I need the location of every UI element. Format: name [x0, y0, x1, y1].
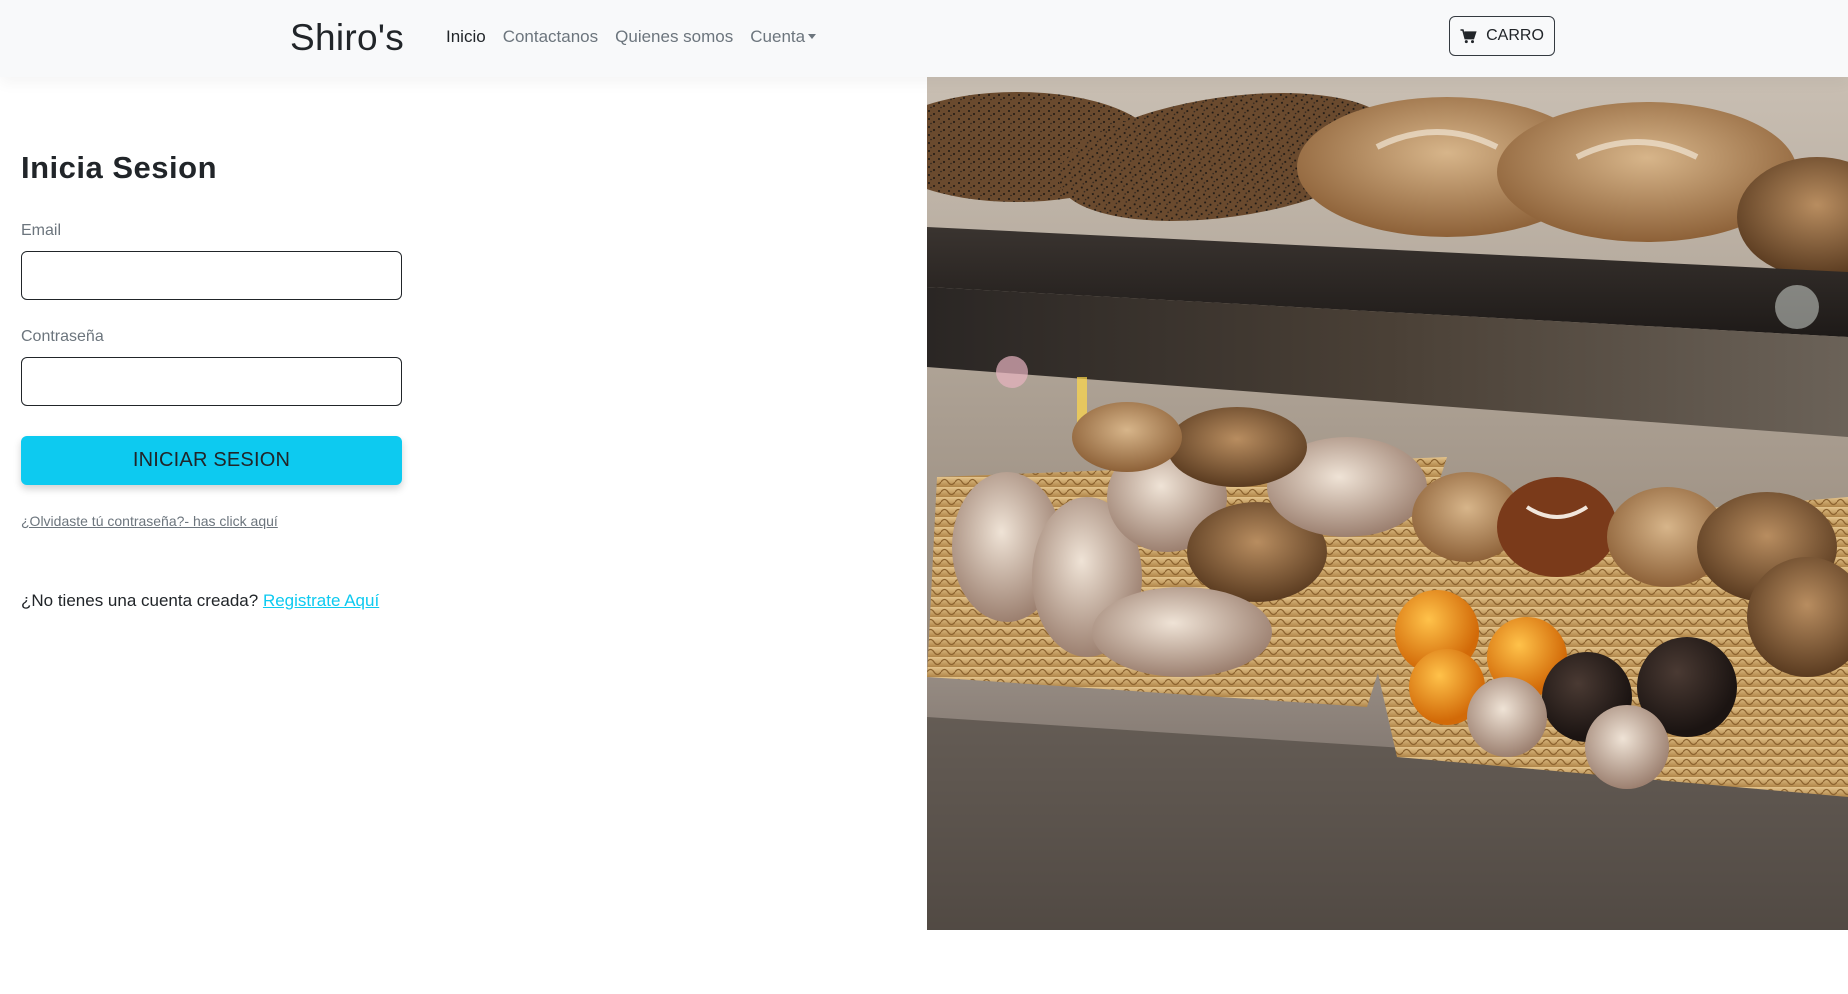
no-account-text: ¿No tienes una cuenta creada? — [21, 591, 259, 610]
cart-button-label: CARRO — [1486, 27, 1544, 44]
brand-logo[interactable]: Shiro's — [290, 14, 404, 62]
navbar: Shiro's Inicio Contactanos Quienes somos… — [0, 0, 1848, 77]
bakery-image — [927, 77, 1848, 930]
nav-link-quienes-somos[interactable]: Quienes somos — [615, 26, 733, 48]
nav-dropdown-cuenta-label: Cuenta — [750, 27, 806, 46]
cart-icon — [1460, 28, 1477, 43]
nav-links: Inicio Contactanos Quienes somos Cuenta — [446, 0, 833, 74]
register-prompt: ¿No tienes una cuenta creada? Registrate… — [21, 591, 379, 611]
caret-down-icon — [808, 34, 817, 39]
register-link[interactable]: Registrate Aquí — [263, 591, 379, 610]
nav-link-contactanos[interactable]: Contactanos — [503, 26, 598, 48]
password-field[interactable] — [21, 357, 402, 406]
email-label: Email — [21, 222, 62, 239]
login-button[interactable]: INICIAR SESION — [21, 436, 402, 485]
password-label: Contraseña — [21, 328, 104, 345]
nav-link-inicio[interactable]: Inicio — [446, 26, 486, 48]
nav-dropdown-cuenta[interactable]: Cuenta — [750, 26, 817, 48]
email-field[interactable] — [21, 251, 402, 300]
bakery-photo — [927, 77, 1848, 930]
page-title: Inicia Sesion — [21, 150, 218, 185]
forgot-password-link[interactable]: ¿Olvidaste tú contraseña?- has click aqu… — [21, 513, 278, 529]
cart-button[interactable]: CARRO — [1449, 16, 1555, 56]
